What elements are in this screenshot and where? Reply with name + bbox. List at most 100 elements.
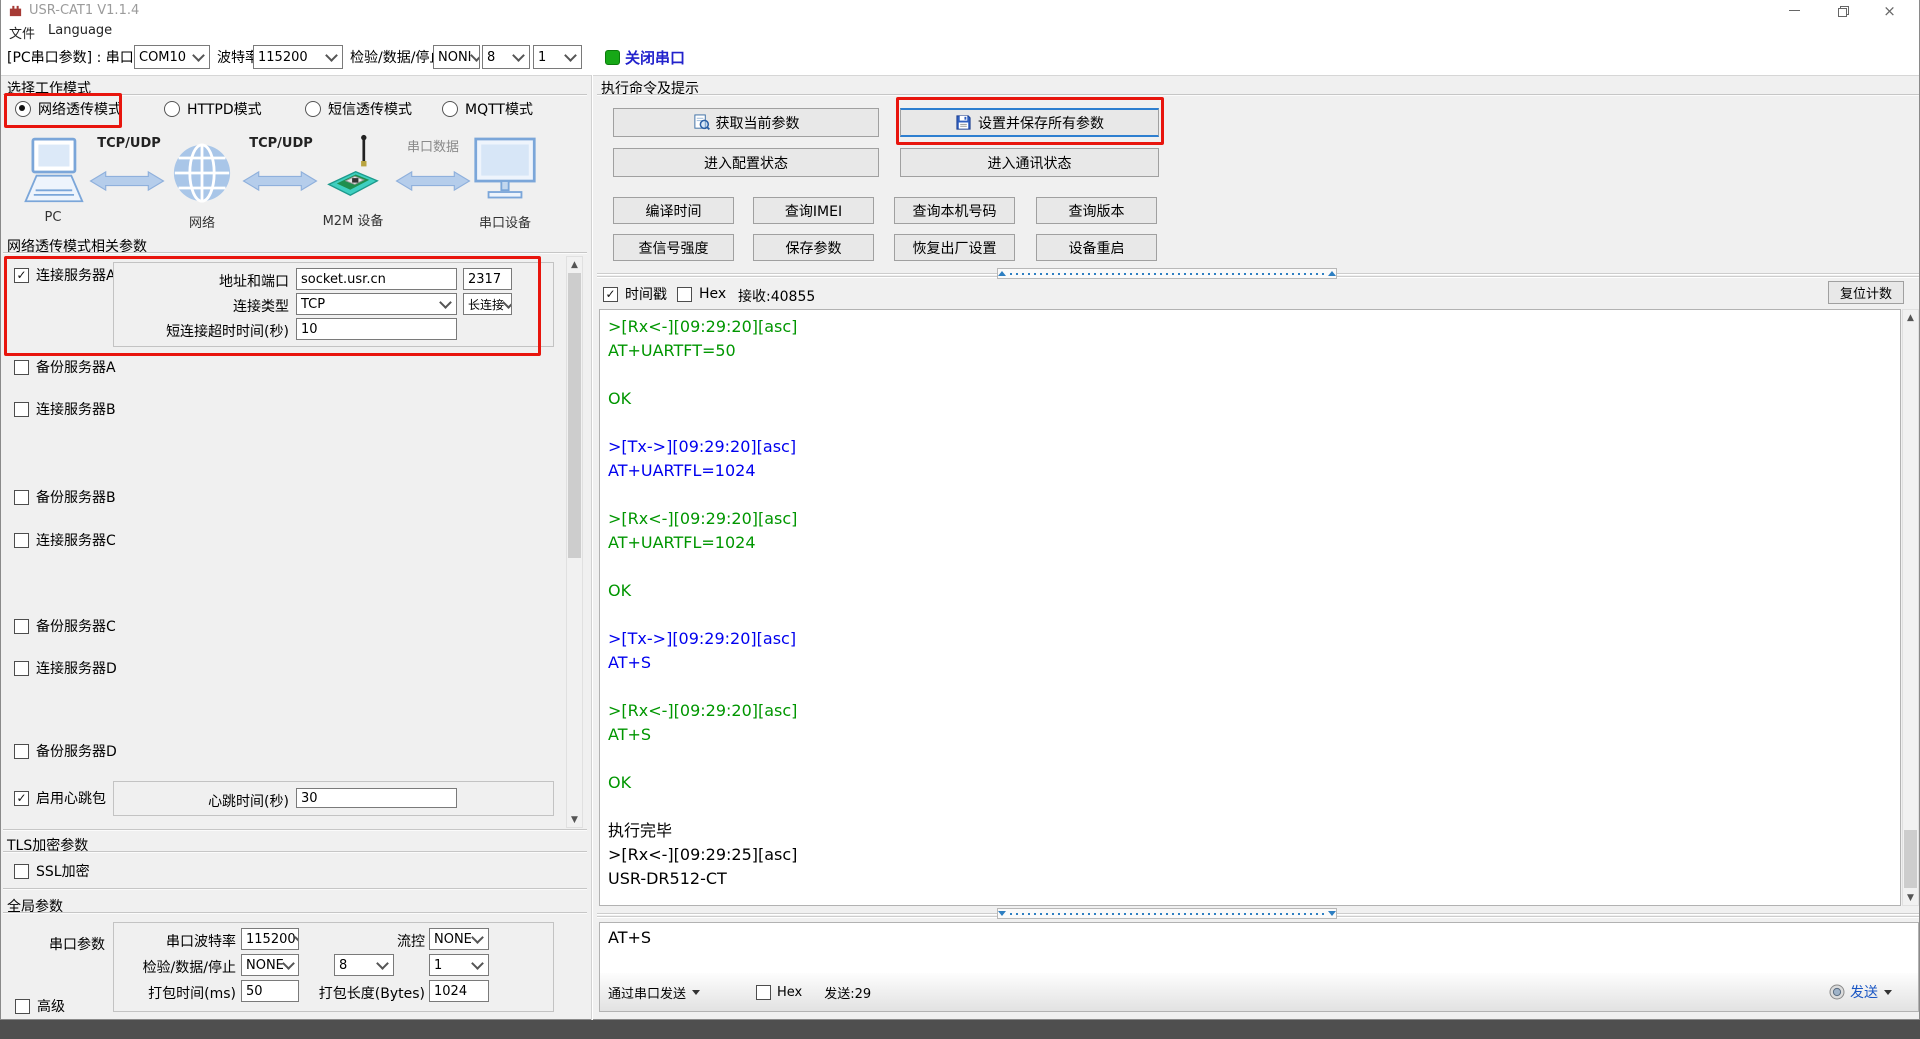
server-a-address-input[interactable] bbox=[296, 268, 457, 290]
global-stopbits-select[interactable]: 1 bbox=[429, 954, 489, 976]
checkbox[interactable] bbox=[14, 744, 29, 759]
send-hex-checkbox[interactable] bbox=[756, 985, 771, 1000]
parity-select[interactable]: NONI bbox=[433, 45, 480, 69]
global-parity-select[interactable]: NONE bbox=[241, 954, 299, 976]
arrow-icon bbox=[89, 168, 165, 194]
log-line: AT+UARTFL=1024 bbox=[608, 459, 1892, 483]
scrollbar-thumb[interactable] bbox=[1904, 830, 1917, 888]
stopbits-select[interactable]: 1 bbox=[533, 45, 582, 69]
server-a-port-input[interactable] bbox=[463, 268, 512, 290]
checkbox[interactable] bbox=[14, 864, 29, 879]
cmd-button[interactable]: 查询IMEI bbox=[753, 197, 874, 224]
mode-option-sms[interactable]: 短信透传模式 bbox=[305, 100, 412, 118]
enter-config-button[interactable]: 进入配置状态 bbox=[613, 148, 879, 177]
scrollbar-thumb[interactable] bbox=[568, 273, 581, 558]
global-databits-select[interactable]: 8 bbox=[334, 954, 394, 976]
mode-option-net[interactable]: 网络透传模式 bbox=[15, 100, 122, 118]
heartbeat-time-input[interactable] bbox=[296, 788, 457, 808]
cmd-button[interactable]: 查询本机号码 bbox=[894, 197, 1015, 224]
checkbox[interactable] bbox=[14, 402, 29, 417]
keepalive-select[interactable]: 长连接 bbox=[463, 293, 512, 315]
scroll-up-icon[interactable]: ▲ bbox=[1903, 310, 1918, 325]
tls-section-title: TLS加密参数 bbox=[7, 835, 88, 855]
checkbox-label: 备份服务器D bbox=[36, 741, 117, 761]
dropdown-arrow-icon[interactable] bbox=[1884, 990, 1892, 995]
log-line bbox=[608, 483, 1892, 507]
send-via-menu[interactable]: 通过串口发送 bbox=[608, 983, 686, 1002]
server-checkbox-row[interactable]: 备份服务器D bbox=[14, 742, 117, 760]
databits-select[interactable]: 8 bbox=[482, 45, 530, 69]
baud-select[interactable]: 115200 bbox=[253, 45, 343, 69]
advanced-checkbox-row[interactable]: 高级 bbox=[15, 997, 65, 1015]
radio-icon[interactable] bbox=[442, 101, 458, 117]
checkbox[interactable] bbox=[677, 287, 692, 302]
save-floppy-icon bbox=[955, 114, 972, 131]
radio-selected-icon[interactable] bbox=[15, 101, 31, 117]
send-button[interactable]: 发送 bbox=[1850, 982, 1878, 1002]
server-checkbox-row[interactable]: 备份服务器C bbox=[14, 617, 116, 635]
packtime-input[interactable] bbox=[241, 980, 299, 1002]
close-port-button[interactable]: 关闭串口 bbox=[625, 47, 685, 68]
ssl-checkbox-row[interactable]: SSL加密 bbox=[14, 862, 90, 880]
scroll-up-icon[interactable]: ▲ bbox=[567, 257, 582, 272]
cmd-button[interactable]: 查询版本 bbox=[1036, 197, 1157, 224]
scroll-down-icon[interactable]: ▼ bbox=[567, 812, 582, 827]
log-view[interactable]: >[Rx<-][09:29:20][asc]AT+UARTFT=50OK>[Tx… bbox=[599, 309, 1901, 906]
conn-type-select[interactable]: TCP bbox=[296, 293, 457, 315]
server-checkbox-row[interactable]: 备份服务器A bbox=[14, 358, 116, 376]
short-timeout-input[interactable] bbox=[296, 318, 457, 340]
server-checkbox-row[interactable]: 连接服务器B bbox=[14, 400, 116, 418]
checkbox-checked[interactable] bbox=[14, 791, 29, 806]
heartbeat-checkbox-row[interactable]: 启用心跳包 bbox=[14, 789, 106, 807]
mode-option-httpd[interactable]: HTTPD模式 bbox=[164, 100, 262, 118]
left-panel-scrollbar[interactable]: ▲ ▼ bbox=[566, 256, 583, 828]
checkbox-checked[interactable] bbox=[14, 268, 29, 283]
radio-icon[interactable] bbox=[305, 101, 321, 117]
radio-icon[interactable] bbox=[164, 101, 180, 117]
send-input[interactable]: AT+S bbox=[608, 928, 651, 947]
cmd-button[interactable]: 恢复出厂设置 bbox=[894, 234, 1015, 261]
short-timeout-label: 短连接超时时间(秒) bbox=[101, 321, 289, 341]
cmd-button[interactable]: 设备重启 bbox=[1036, 234, 1157, 261]
flow-select[interactable]: NONE bbox=[429, 928, 489, 950]
set-save-all-button[interactable]: 设置并保存所有参数 bbox=[900, 108, 1159, 137]
packlen-input[interactable] bbox=[429, 980, 489, 1002]
server-checkbox-row[interactable]: 连接服务器D bbox=[14, 659, 117, 677]
global-parity-label: 检验/数据/停止 bbox=[96, 957, 236, 977]
log-line bbox=[608, 411, 1892, 435]
global-baud-select[interactable]: 115200 bbox=[241, 928, 299, 950]
checkbox[interactable] bbox=[14, 619, 29, 634]
cmd-button[interactable]: 查信号强度 bbox=[613, 234, 734, 261]
cmd-button[interactable]: 编译时间 bbox=[613, 197, 734, 224]
get-params-button[interactable]: 获取当前参数 bbox=[613, 108, 879, 137]
minimize-button[interactable] bbox=[1772, 0, 1817, 21]
window-title: USR-CAT1 V1.1.4 bbox=[29, 3, 139, 18]
server-checkbox-row[interactable]: 连接服务器C bbox=[14, 531, 116, 549]
mode-option-mqtt[interactable]: MQTT模式 bbox=[442, 100, 533, 118]
server-checkbox-row[interactable]: 备份服务器B bbox=[14, 488, 116, 506]
cmd-button[interactable]: 保存参数 bbox=[753, 234, 874, 261]
chevron-down-icon bbox=[471, 957, 484, 970]
log-splitter-handle[interactable] bbox=[997, 268, 1337, 279]
reset-count-button[interactable]: 复位计数 bbox=[1828, 281, 1904, 304]
checkbox[interactable] bbox=[14, 490, 29, 505]
timestamp-checkbox-row[interactable]: 时间戳 bbox=[603, 285, 667, 303]
close-button[interactable]: × bbox=[1867, 0, 1912, 21]
enter-comm-button[interactable]: 进入通讯状态 bbox=[900, 148, 1159, 177]
checkbox[interactable] bbox=[15, 999, 30, 1014]
server-a-checkbox-row[interactable]: 连接服务器A bbox=[14, 266, 116, 284]
checkbox-checked[interactable] bbox=[603, 287, 618, 302]
dropdown-arrow-icon[interactable] bbox=[692, 990, 700, 995]
checkbox[interactable] bbox=[14, 533, 29, 548]
restore-button[interactable] bbox=[1820, 0, 1865, 21]
checkbox[interactable] bbox=[14, 360, 29, 375]
send-splitter-handle[interactable] bbox=[997, 908, 1337, 919]
menu-language[interactable]: Language bbox=[48, 23, 112, 38]
com-port-select[interactable]: COM10 bbox=[134, 45, 210, 69]
pc-serial-label: [PC串口参数] : 串口号 bbox=[7, 47, 148, 67]
checkbox[interactable] bbox=[14, 661, 29, 676]
log-hex-checkbox-row[interactable]: Hex bbox=[677, 285, 726, 303]
log-scrollbar[interactable]: ▲ ▼ bbox=[1902, 309, 1919, 906]
scroll-down-icon[interactable]: ▼ bbox=[1903, 890, 1918, 905]
checkbox-label: 连接服务器B bbox=[36, 399, 116, 419]
